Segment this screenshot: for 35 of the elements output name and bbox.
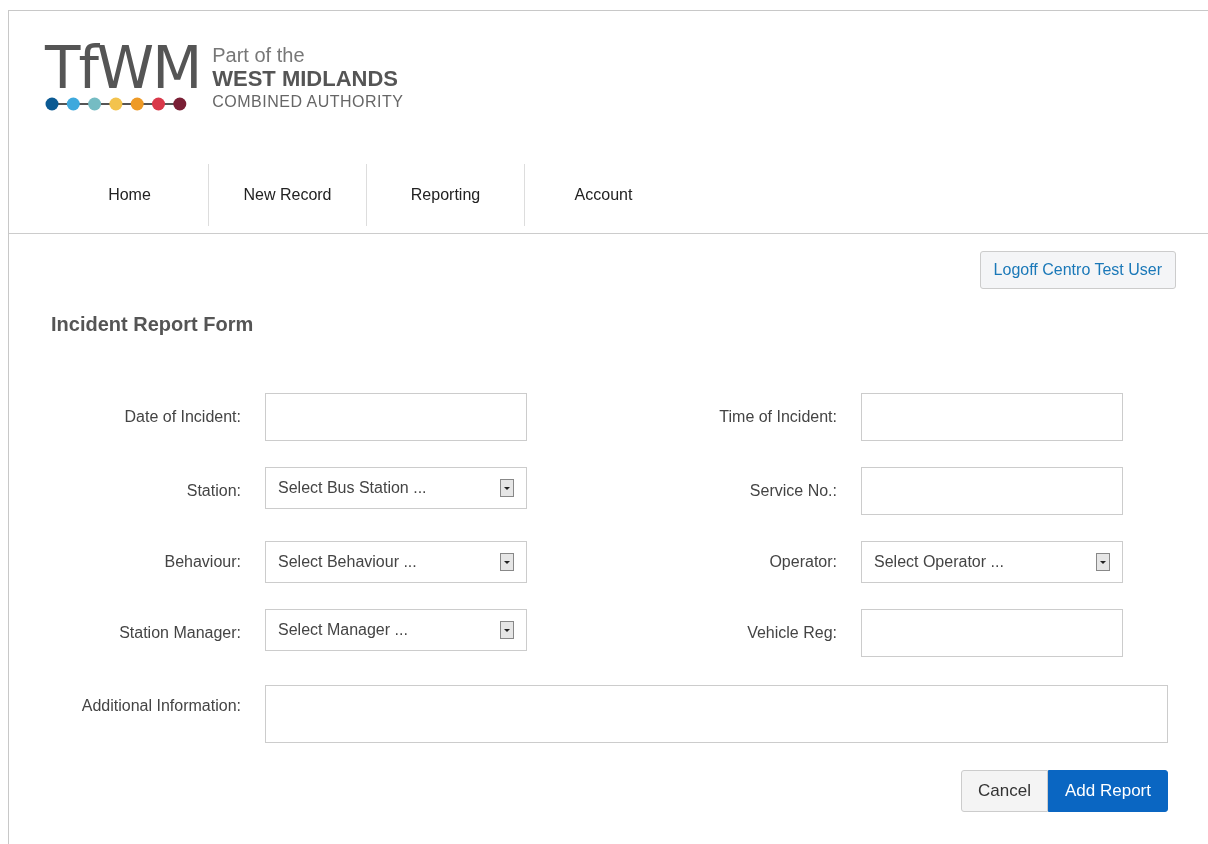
field-label: Behaviour: xyxy=(163,553,241,571)
form-title: Incident Report Form xyxy=(51,313,255,336)
nav-link[interactable]: Home xyxy=(51,164,209,226)
field-label: Vehicle Reg: xyxy=(746,624,837,642)
logo-title: WEST MIDLANDS xyxy=(212,67,399,91)
logo-subtitle: COMBINED AUTHORITY xyxy=(212,92,404,112)
nav-link[interactable]: New Record xyxy=(209,164,367,226)
input-field[interactable] xyxy=(265,393,527,441)
field-label: Station Manager: xyxy=(118,624,241,642)
input-field[interactable] xyxy=(861,467,1123,515)
field-label: Time of Incident: xyxy=(718,408,837,426)
field-label: Additional Information: xyxy=(80,697,241,715)
field-label: Station: xyxy=(185,482,241,500)
nav-link[interactable]: Account xyxy=(525,164,682,226)
field-label: Date of Incident: xyxy=(123,408,241,426)
field-label: Service No.: xyxy=(748,482,837,500)
logoff-button[interactable]: Logoff Centro Test User xyxy=(979,251,1176,289)
input-field[interactable] xyxy=(861,609,1123,657)
dropdown[interactable]: Select Behaviour ... xyxy=(265,541,527,583)
add-report-button[interactable]: Add Report xyxy=(1048,770,1168,812)
logo-dots-icon xyxy=(45,97,187,111)
dropdown[interactable]: Select Bus Station ... xyxy=(265,467,527,509)
caret-icon xyxy=(1096,553,1110,571)
caret-icon xyxy=(500,621,514,639)
logo-tagline: Part of the xyxy=(212,43,306,67)
dropdown[interactable]: Select Operator ... xyxy=(861,541,1123,583)
logo-mark: TfWM xyxy=(45,43,201,93)
text-area[interactable] xyxy=(265,685,1168,743)
caret-icon xyxy=(500,479,514,497)
cancel-button[interactable]: Cancel xyxy=(961,770,1048,812)
dropdown[interactable]: Select Manager ... xyxy=(265,609,527,651)
nav-link[interactable]: Reporting xyxy=(367,164,525,226)
caret-icon xyxy=(500,553,514,571)
input-field[interactable] xyxy=(861,393,1123,441)
field-label: Operator: xyxy=(768,553,837,571)
